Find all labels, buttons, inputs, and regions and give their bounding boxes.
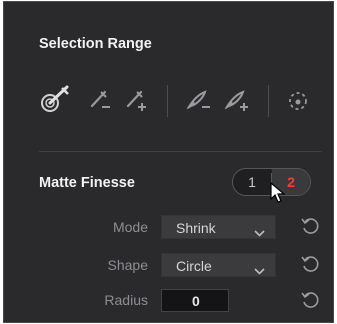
shape-value: Circle (176, 258, 212, 274)
shape-label: Shape (107, 257, 148, 273)
picker-add-icon[interactable] (124, 88, 150, 114)
chevron-down-icon (254, 224, 265, 240)
toggle-option-1[interactable]: 1 (233, 169, 271, 195)
selection-range-title: Selection Range (39, 36, 152, 52)
section-divider (39, 151, 322, 152)
radius-input[interactable]: 0 (161, 289, 229, 312)
shape-dropdown[interactable]: Circle (161, 253, 276, 277)
mode-value: Shrink (176, 220, 216, 236)
mouse-pointer-icon (270, 181, 286, 209)
mode-label: Mode (112, 219, 148, 235)
radius-label: Radius (104, 292, 148, 308)
matte-finesse-title: Matte Finesse (39, 175, 135, 191)
toolbar-divider-2 (268, 85, 269, 117)
mode-dropdown[interactable]: Shrink (161, 215, 276, 239)
feather-subtract-icon[interactable] (185, 88, 215, 112)
reset-mode-icon[interactable] (300, 216, 320, 241)
feather-add-icon[interactable] (223, 88, 253, 114)
reset-shape-icon[interactable] (300, 254, 320, 279)
reset-radius-icon[interactable] (300, 290, 320, 315)
picker-subtract-icon[interactable] (88, 88, 114, 112)
picker-icon[interactable] (40, 84, 74, 114)
radius-value: 0 (192, 293, 200, 309)
chevron-down-icon (254, 262, 265, 278)
qualifier-panel: Selection Range Matte Finesse 1 2 Mode S… (3, 1, 334, 323)
cursor-tool-icon[interactable] (285, 88, 311, 114)
toolbar-divider (167, 85, 168, 117)
